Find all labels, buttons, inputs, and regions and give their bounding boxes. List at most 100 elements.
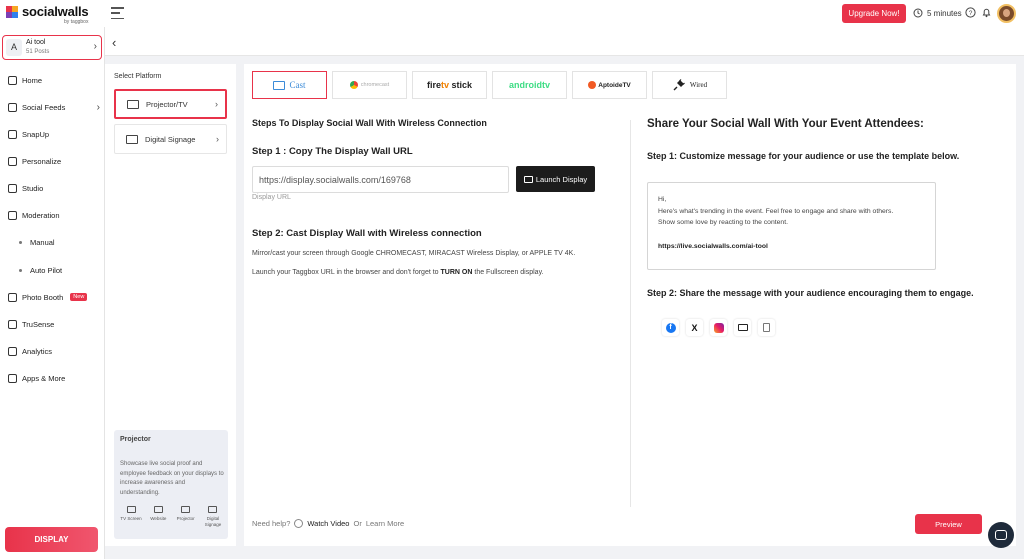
website-icon — [153, 506, 163, 513]
projector-info-desc: Showcase live social proof and employee … — [120, 461, 224, 496]
facebook-icon[interactable]: f — [662, 319, 679, 336]
tab-cast[interactable]: Cast — [252, 71, 327, 99]
personalize-icon — [8, 156, 17, 166]
top-bar: socialwalls by taggbox Upgrade Now! 5 mi… — [0, 0, 1024, 27]
website-item: Website — [146, 506, 170, 527]
analytics-icon — [8, 346, 17, 356]
projector-usage-icons: TV Screen Website Projector Digital Sign… — [119, 506, 225, 527]
chevron-right-icon: › — [216, 134, 219, 144]
wall-avatar: A — [6, 39, 22, 56]
share-step1: Step 1: Customize message for your audie… — [647, 151, 960, 161]
feeds-icon — [8, 102, 17, 112]
upgrade-button[interactable]: Upgrade Now! — [842, 4, 906, 23]
clock-icon — [913, 8, 923, 18]
chat-support-icon[interactable] — [988, 522, 1014, 548]
bullet-icon — [19, 240, 22, 244]
projector-info-card: Projector Showcase live social proof and… — [114, 430, 228, 539]
help-row: Need help? Watch Video Or Learn More — [252, 519, 404, 528]
tv-screen-item: TV Screen — [119, 506, 143, 527]
trusense-icon — [8, 319, 17, 329]
nav-photo-booth[interactable]: Photo Booth New — [0, 287, 105, 307]
platform-title: Select Platform — [114, 73, 162, 80]
x-twitter-icon[interactable]: X — [686, 319, 703, 336]
play-icon — [294, 519, 304, 528]
monitor-icon — [126, 134, 138, 144]
left-sidebar: A Ai tool 51 Posts › Home Social Feeds › … — [0, 27, 105, 559]
apps-icon — [8, 373, 17, 383]
platform-digital-signage[interactable]: Digital Signage › — [114, 124, 227, 154]
logo-mark — [6, 6, 18, 18]
signage-icon — [208, 506, 218, 513]
projector-icon — [127, 99, 139, 109]
chevron-right-icon: › — [215, 99, 218, 109]
chevron-right-icon: › — [96, 101, 100, 113]
display-url-label: Display URL — [252, 194, 291, 201]
learn-more-link[interactable]: Learn More — [366, 519, 404, 528]
tab-aptoide-tv[interactable]: AptoideTV — [572, 71, 647, 99]
nav-auto-pilot[interactable]: Auto Pilot — [0, 260, 105, 280]
nav-analytics[interactable]: Analytics — [0, 341, 105, 361]
tab-fire-tv-stick[interactable]: fire tv stick — [412, 71, 487, 99]
nav-apps-more[interactable]: Apps & More — [0, 368, 105, 388]
nav-snapup[interactable]: SnapUp — [0, 124, 105, 144]
svg-text:?: ? — [969, 10, 973, 17]
watch-video-link[interactable]: Watch Video — [307, 519, 349, 528]
platform-panel: Select Platform Projector/TV › Digital S… — [105, 64, 236, 546]
nav-social-feeds[interactable]: Social Feeds › — [0, 97, 105, 117]
wall-posts-count: 51 Posts — [26, 49, 50, 55]
nav-studio[interactable]: Studio — [0, 178, 105, 198]
brand-sub: by taggbox — [63, 19, 89, 25]
cast-icon — [273, 80, 286, 90]
projector-icon — [181, 506, 191, 513]
nav-trusense[interactable]: TruSense — [0, 314, 105, 334]
display-button[interactable]: DISPLAY — [5, 527, 98, 552]
menu-icon[interactable] — [111, 7, 124, 19]
wall-selector[interactable]: A Ai tool 51 Posts › — [2, 35, 102, 60]
mail-icon[interactable] — [734, 319, 751, 336]
tv-icon — [126, 506, 136, 513]
nav-moderation[interactable]: Moderation — [0, 205, 105, 225]
display-url-field[interactable] — [252, 166, 509, 193]
nav-personalize[interactable]: Personalize — [0, 151, 105, 171]
wall-name: Ai tool — [26, 39, 46, 46]
need-help-label: Need help? — [252, 519, 291, 528]
help-icon[interactable]: ? — [965, 7, 976, 18]
copy-icon[interactable] — [758, 319, 775, 336]
photo-booth-icon — [8, 292, 17, 302]
tab-wired[interactable]: Wired — [652, 71, 727, 99]
plug-icon — [673, 79, 685, 91]
share-buttons: f X — [662, 319, 775, 336]
steps-heading: Steps To Display Social Wall With Wirele… — [252, 118, 487, 128]
user-avatar[interactable] — [997, 4, 1016, 23]
platform-projector-tv[interactable]: Projector/TV › — [114, 89, 227, 119]
step1-heading: Step 1 : Copy The Display Wall URL — [252, 146, 413, 157]
bullet-icon — [19, 268, 22, 272]
or-label: Or — [353, 519, 362, 528]
bell-icon[interactable] — [981, 7, 992, 18]
projector-item: Projector — [174, 506, 198, 527]
new-badge: New — [70, 293, 88, 301]
instagram-icon[interactable] — [710, 319, 727, 336]
share-message-box[interactable]: Hi, Here's what's trending in the event.… — [647, 182, 936, 270]
share-heading: Share Your Social Wall With Your Event A… — [647, 118, 924, 130]
trial-timer: 5 minutes — [913, 8, 962, 18]
aptoide-icon — [588, 81, 597, 89]
tab-chromecast[interactable]: chromecast — [332, 71, 407, 99]
preview-button[interactable]: Preview — [915, 514, 982, 534]
brand-name: socialwalls — [22, 4, 89, 19]
launch-display-button[interactable]: Launch Display — [516, 166, 595, 192]
projector-info-title: Projector — [120, 436, 151, 443]
wall-link: https://live.socialwalls.com/ai-tool — [658, 242, 768, 250]
step2-heading: Step 2: Cast Display Wall with Wireless … — [252, 228, 482, 239]
tab-android-tv[interactable]: androidtv — [492, 71, 567, 99]
column-divider — [630, 120, 631, 507]
chromecast-icon — [349, 81, 358, 89]
share-step2: Step 2: Share the message with your audi… — [647, 288, 974, 298]
main-panel: Cast chromecast fire tv stick androidtv A… — [244, 64, 1016, 546]
nav-home[interactable]: Home — [0, 70, 105, 90]
nav-manual[interactable]: Manual — [0, 232, 105, 252]
brand-logo[interactable]: socialwalls by taggbox — [6, 4, 89, 25]
back-arrow-icon[interactable]: ‹ — [112, 35, 116, 50]
cast-instructions: Mirror/cast your screen through Google C… — [252, 250, 576, 257]
timer-label: 5 minutes — [927, 8, 962, 18]
